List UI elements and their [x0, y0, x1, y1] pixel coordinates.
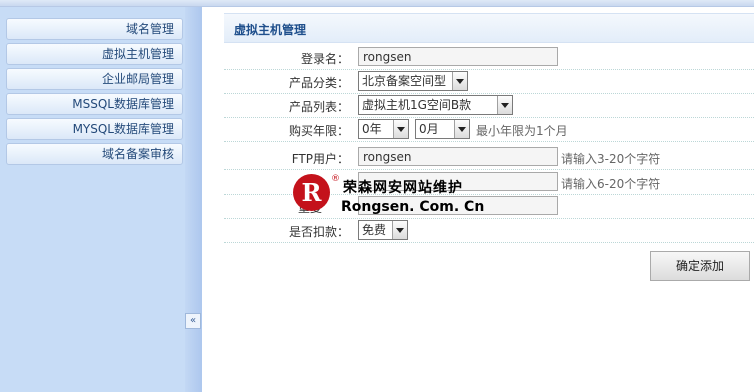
month-select-value: 0月	[419, 122, 439, 136]
chevron-down-icon	[497, 96, 512, 114]
product-label: 产品列表：	[288, 100, 349, 114]
chevron-down-icon	[393, 120, 408, 138]
category-select-value: 北京备案空间型	[362, 74, 447, 88]
top-bar	[0, 0, 754, 7]
category-select[interactable]: 北京备案空间型	[358, 71, 468, 91]
collapse-sidebar-button[interactable]: «	[185, 313, 201, 329]
deduct-select[interactable]: 免费	[358, 220, 408, 240]
product-select[interactable]: 虚拟主机1G空间B款	[358, 95, 513, 115]
ftp-password-hint: 请输入6-20个字符	[561, 177, 661, 191]
watermark-title: 荣森网安网站维护	[343, 180, 463, 196]
chevron-down-icon	[392, 221, 407, 239]
page-title: 虚拟主机管理	[234, 23, 307, 37]
period-hint: 最小年限为1个月	[476, 124, 568, 138]
sidebar-item-domain[interactable]: 域名管理	[6, 18, 183, 40]
login-field[interactable]	[358, 47, 558, 66]
sidebar-splitter[interactable]	[185, 7, 202, 392]
panel-header: 虚拟主机管理	[224, 13, 754, 43]
year-select[interactable]: 0年	[358, 119, 409, 139]
chevron-down-icon	[452, 72, 467, 90]
ftp-user-label: FTP用户：	[291, 152, 349, 166]
confirm-add-button[interactable]: 确定添加	[650, 251, 750, 281]
deduct-label: 是否扣款：	[288, 225, 349, 239]
sidebar-item-virtual-host[interactable]: 虚拟主机管理	[6, 43, 183, 65]
sidebar-item-domain-record[interactable]: 域名备案审核	[6, 143, 183, 165]
sidebar: 域名管理 虚拟主机管理 企业邮局管理 MSSQL数据库管理 MYSQL数据库管理…	[0, 7, 185, 392]
rongsen-logo-icon: R	[293, 174, 330, 211]
category-label: 产品分类：	[288, 76, 349, 90]
row-login: 登录名：	[224, 45, 754, 70]
month-select[interactable]: 0月	[415, 119, 470, 139]
row-category: 产品分类： 北京备案空间型	[224, 69, 754, 94]
row-ftp-user: FTP用户： 请输入3-20个字符	[224, 145, 754, 170]
year-select-value: 0年	[362, 122, 382, 136]
login-label: 登录名：	[300, 52, 349, 66]
chevron-down-icon	[454, 120, 469, 138]
deduct-select-value: 免费	[362, 223, 387, 237]
period-label: 购买年限：	[288, 124, 349, 138]
row-period: 购买年限： 0年 0月 最小年限为1个月	[224, 117, 754, 142]
ftp-user-field[interactable]	[358, 147, 558, 166]
sidebar-item-mail[interactable]: 企业邮局管理	[6, 68, 183, 90]
registered-mark: ®	[331, 174, 340, 184]
product-select-value: 虚拟主机1G空间B款	[362, 98, 472, 112]
ftp-user-hint: 请输入3-20个字符	[561, 152, 661, 166]
watermark-url: Rongsen. Com. Cn	[341, 199, 485, 215]
sidebar-item-mssql[interactable]: MSSQL数据库管理	[6, 93, 183, 115]
row-product: 产品列表： 虚拟主机1G空间B款	[224, 93, 754, 118]
sidebar-item-mysql[interactable]: MYSQL数据库管理	[6, 118, 183, 140]
row-deduct: 是否扣款： 免费	[224, 218, 754, 243]
